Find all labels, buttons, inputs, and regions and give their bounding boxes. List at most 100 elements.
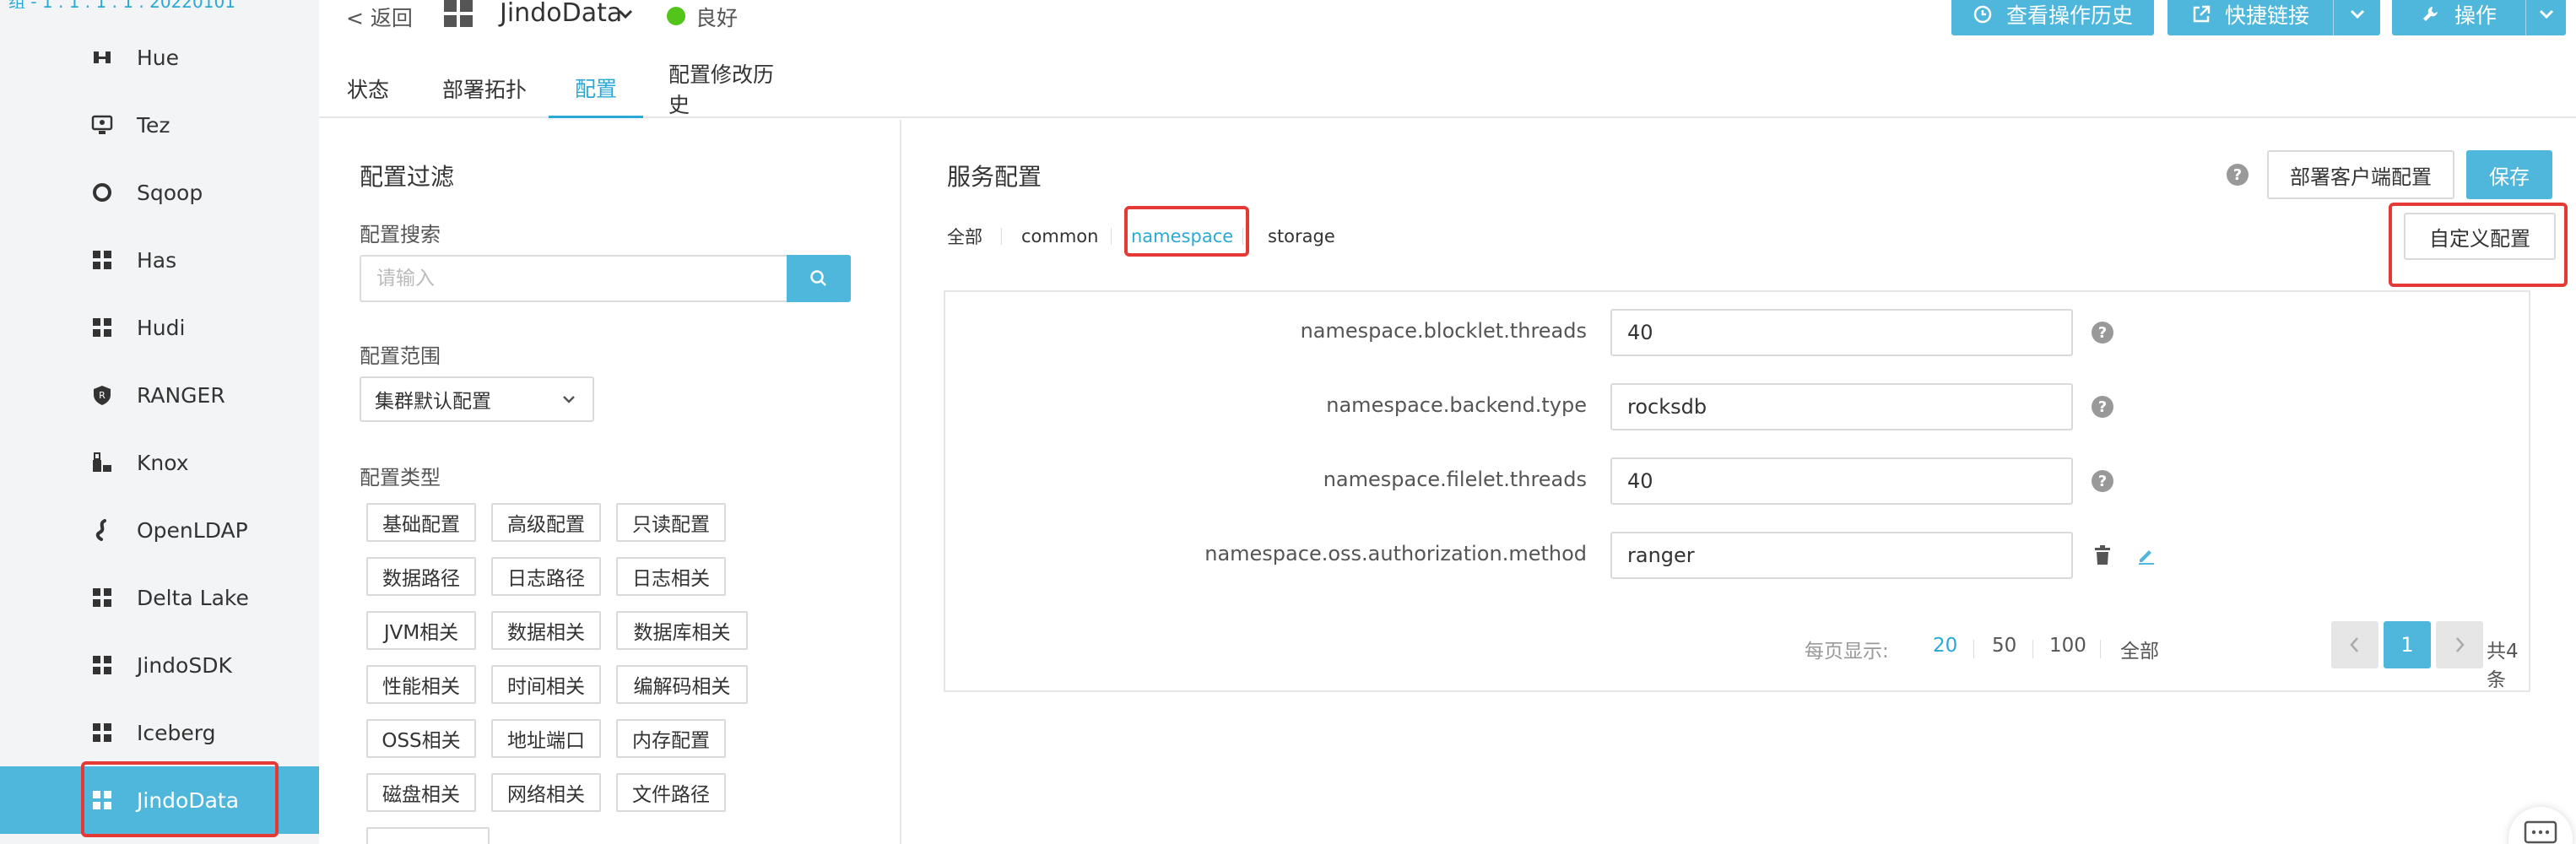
actions-button[interactable]: 操作 (2392, 0, 2525, 35)
config-range-select[interactable]: 集群默认配置 (360, 376, 594, 422)
grid-icon (91, 789, 113, 811)
config-value-input[interactable]: rocksdb (1610, 383, 2073, 430)
ranger-shield-icon: R (91, 384, 113, 406)
page-size-all[interactable]: 全部 (2120, 635, 2159, 663)
tag-more[interactable] (366, 827, 490, 844)
sidebar-item-openldap[interactable]: OpenLDAP (0, 496, 319, 564)
tag-memory[interactable]: 内存配置 (616, 719, 726, 758)
tag-network[interactable]: 网络相关 (491, 773, 601, 812)
tag-advanced-config[interactable]: 高级配置 (491, 503, 601, 542)
deploy-client-config-button[interactable]: 部署客户端配置 (2267, 150, 2454, 199)
sidebar-item-label: Knox (137, 450, 189, 475)
status-indicator-icon (667, 7, 685, 25)
help-icon[interactable]: ? (2092, 396, 2113, 418)
pager-divider (2032, 640, 2033, 658)
search-icon (810, 270, 826, 286)
tag-readonly-config[interactable]: 只读配置 (616, 503, 726, 542)
sidebar-item-knox[interactable]: Knox (0, 429, 319, 496)
range-label: 配置范围 (360, 344, 441, 368)
config-key: namespace.filelet.threads (1323, 468, 1587, 491)
service-config-panel: 服务配置 ? 部署客户端配置 保存 自定义配置 全部 common namesp… (903, 120, 2576, 844)
sidebar-item-jindodata[interactable]: JindoData (0, 766, 319, 834)
tab-topology[interactable]: 部署拓扑 (441, 59, 528, 118)
config-value-input[interactable]: 40 (1610, 309, 2073, 356)
config-search-input[interactable] (360, 255, 787, 302)
edit-pencil-icon[interactable] (2135, 544, 2157, 566)
quick-links-dropdown[interactable] (2333, 0, 2380, 35)
subtab-all[interactable]: 全部 (947, 219, 982, 253)
sidebar-item-delta-lake[interactable]: Delta Lake (0, 564, 319, 631)
trash-icon[interactable] (2092, 544, 2113, 566)
knox-icon (91, 452, 113, 473)
per-page-label: 每页显示: (1805, 641, 1889, 663)
config-key: namespace.backend.type (1326, 393, 1587, 417)
sidebar-item-tez[interactable]: Tez (0, 91, 319, 159)
tag-log-related[interactable]: 日志相关 (616, 557, 726, 596)
sidebar-item-has[interactable]: Has (0, 226, 319, 294)
sidebar-item-hudi[interactable]: Hudi (0, 294, 319, 361)
sidebar-item-label: RANGER (137, 382, 225, 408)
page-header: < 返回 JindoData 良好 查看操作历史 快捷链接 操作 (319, 0, 2576, 118)
config-value-input[interactable]: ranger (1610, 532, 2073, 579)
quick-links-button[interactable]: 快捷链接 (2167, 0, 2333, 35)
tag-log-path[interactable]: 日志路径 (491, 557, 601, 596)
chevron-right-icon (2456, 637, 2465, 652)
config-value-input[interactable]: 40 (1610, 457, 2073, 505)
status-text: 良好 (695, 6, 739, 30)
chevron-down-icon[interactable] (616, 5, 635, 24)
tag-jvm[interactable]: JVM相关 (366, 611, 476, 650)
save-button[interactable]: 保存 (2466, 150, 2552, 199)
tag-codec[interactable]: 编解码相关 (616, 665, 748, 704)
wrench-icon (2421, 4, 2441, 24)
tag-data-path[interactable]: 数据路径 (366, 557, 476, 596)
chevron-down-icon (563, 396, 575, 403)
tag-disk[interactable]: 磁盘相关 (366, 773, 476, 812)
subtab-storage[interactable]: storage (1268, 219, 1335, 253)
sidebar-header-cut: 组 - 1 . 1 . 1 . 1 . 20220101 (0, 0, 319, 8)
tab-config-history[interactable]: 配置修改历史 (668, 59, 792, 118)
tag-database-related[interactable]: 数据库相关 (616, 611, 748, 650)
config-key: namespace.blocklet.threads (1300, 319, 1587, 343)
tag-performance[interactable]: 性能相关 (366, 665, 476, 704)
tag-address-port[interactable]: 地址端口 (491, 719, 601, 758)
config-filter-panel: 配置过滤 配置搜索 配置范围 集群默认配置 配置类型 基础配置 高级配置 只读配… (319, 120, 901, 844)
tag-oss[interactable]: OSS相关 (366, 719, 476, 758)
sidebar-item-ranger[interactable]: R RANGER (0, 361, 319, 429)
back-link[interactable]: < 返回 (346, 2, 413, 32)
sidebar-item-jindosdk[interactable]: JindoSDK (0, 631, 319, 699)
sqoop-icon (91, 181, 113, 203)
help-icon[interactable]: ? (2092, 322, 2113, 344)
sidebar-item-label: Has (137, 247, 177, 273)
sidebar-item-hue[interactable]: Hue (0, 24, 319, 91)
tag-data-related[interactable]: 数据相关 (491, 611, 601, 650)
grid-icon (91, 249, 113, 271)
subtab-divider (1111, 228, 1112, 245)
next-page-button[interactable] (2436, 621, 2483, 668)
sidebar-item-sqoop[interactable]: Sqoop (0, 159, 319, 226)
subtab-namespace[interactable]: namespace (1131, 219, 1233, 253)
page-size-20[interactable]: 20 (1933, 635, 1957, 657)
tag-file-path[interactable]: 文件路径 (616, 773, 726, 812)
tag-time[interactable]: 时间相关 (491, 665, 601, 704)
clock-icon (1973, 4, 1993, 24)
actions-dropdown[interactable] (2525, 0, 2566, 35)
tab-config[interactable]: 配置 (549, 59, 643, 118)
view-history-button[interactable]: 查看操作历史 (1951, 0, 2154, 35)
help-icon[interactable]: ? (2092, 470, 2113, 492)
search-button[interactable] (787, 255, 851, 302)
custom-config-button[interactable]: 自定义配置 (2404, 213, 2556, 260)
help-icon[interactable]: ? (2227, 164, 2249, 186)
page-number-current[interactable]: 1 (2384, 621, 2431, 668)
page-size-50[interactable]: 50 (1992, 635, 2016, 657)
actions-label: 操作 (2454, 3, 2497, 28)
sidebar-item-label: Hudi (137, 315, 186, 340)
tag-basic-config[interactable]: 基础配置 (366, 503, 476, 542)
hue-icon (91, 46, 113, 68)
subtab-common[interactable]: common (1021, 219, 1098, 253)
service-title: JindoData (500, 0, 623, 28)
tab-status[interactable]: 状态 (346, 59, 390, 118)
prev-page-button[interactable] (2331, 621, 2378, 668)
sidebar-item-iceberg[interactable]: Iceberg (0, 699, 319, 766)
page-size-100[interactable]: 100 (2049, 635, 2086, 657)
filter-title: 配置过滤 (360, 163, 455, 191)
